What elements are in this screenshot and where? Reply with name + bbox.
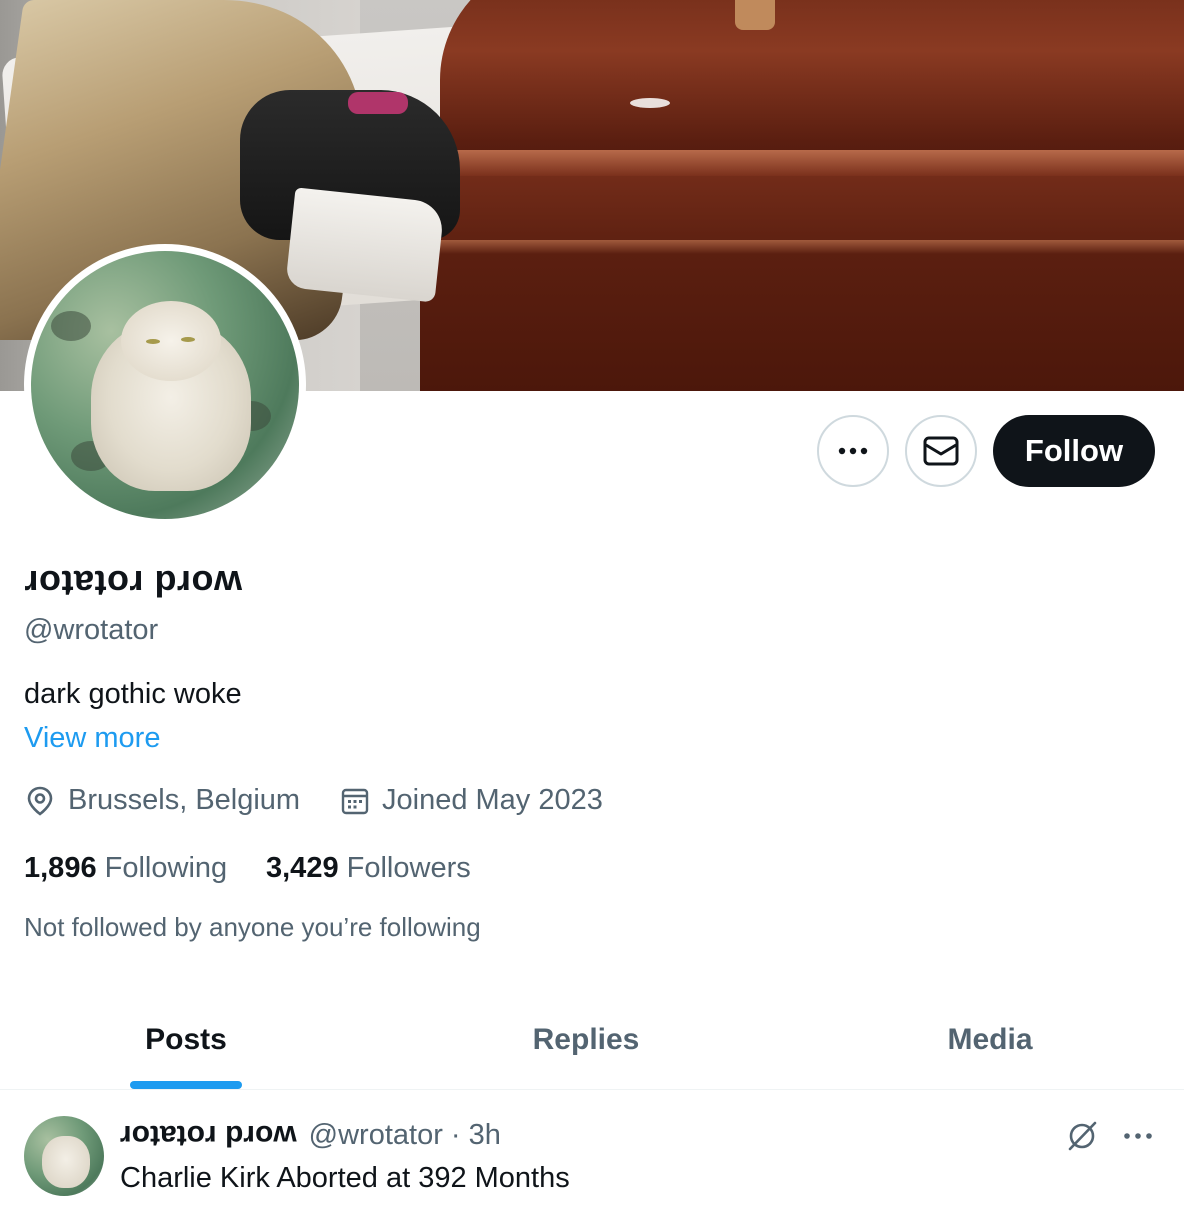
followers-stat[interactable]: 3,429 Followers: [266, 852, 471, 885]
active-tab-indicator: [130, 1081, 242, 1089]
not-followed-note: Not followed by anyone you’re following: [24, 912, 481, 942]
post-text: Charlie Kirk Aborted at 392 Months: [120, 1162, 570, 1194]
tab-posts[interactable]: Posts: [0, 990, 372, 1090]
banner-casket-band: [430, 150, 1184, 176]
joined-text: Joined May 2023: [382, 784, 603, 816]
followers-count: 3,429: [266, 852, 339, 884]
profile-handle: @wrotator: [24, 614, 159, 646]
banner-shine: [630, 98, 670, 108]
display-name: word rotator: [24, 563, 242, 604]
post-handle-time[interactable]: @wrotator · 3h: [309, 1119, 501, 1152]
more-horizontal-icon: [838, 447, 868, 455]
following-stat[interactable]: 1,896 Following: [24, 852, 227, 885]
more-options-button[interactable]: [817, 415, 889, 487]
avatar-image: [31, 251, 299, 519]
profile-avatar[interactable]: [24, 244, 306, 526]
tab-media[interactable]: Media: [804, 990, 1176, 1090]
banner-casket-handle: [735, 0, 775, 30]
banner-casket-trim: [425, 240, 1184, 254]
tab-replies[interactable]: Replies: [400, 990, 772, 1090]
message-button[interactable]: [905, 415, 977, 487]
grok-icon[interactable]: [1064, 1118, 1100, 1154]
followers-label: Followers: [346, 852, 471, 884]
following-label: Following: [104, 852, 228, 884]
profile-joined: Joined May 2023: [340, 784, 603, 817]
banner-cloth: [285, 187, 445, 303]
post-avatar[interactable]: [24, 1116, 104, 1196]
profile-tabs: Posts Replies Media: [0, 990, 1184, 1090]
post-header: word rotator @wrotator · 3h: [120, 1118, 501, 1153]
calendar-icon: [341, 788, 369, 814]
post-more-icon[interactable]: [1120, 1118, 1156, 1154]
envelope-icon: [923, 436, 959, 466]
banner-casket-body: [420, 150, 1184, 391]
following-count: 1,896: [24, 852, 97, 884]
location-text: Brussels, Belgium: [68, 784, 301, 816]
location-pin-icon: [27, 786, 53, 816]
follow-button[interactable]: Follow: [993, 415, 1155, 487]
profile-bio: dark gothic woke: [24, 678, 242, 710]
profile-location: Brussels, Belgium: [24, 784, 300, 817]
post-avatar-cat: [42, 1136, 90, 1188]
view-more-link[interactable]: View more: [24, 722, 160, 755]
avatar-cat-head: [121, 301, 221, 381]
banner-pink-accent: [348, 92, 408, 114]
post-display-name[interactable]: word rotator: [120, 1118, 297, 1152]
avatar-cat-eye: [181, 337, 195, 342]
avatar-cat-eye: [146, 339, 160, 344]
avatar-texture: [51, 311, 91, 341]
